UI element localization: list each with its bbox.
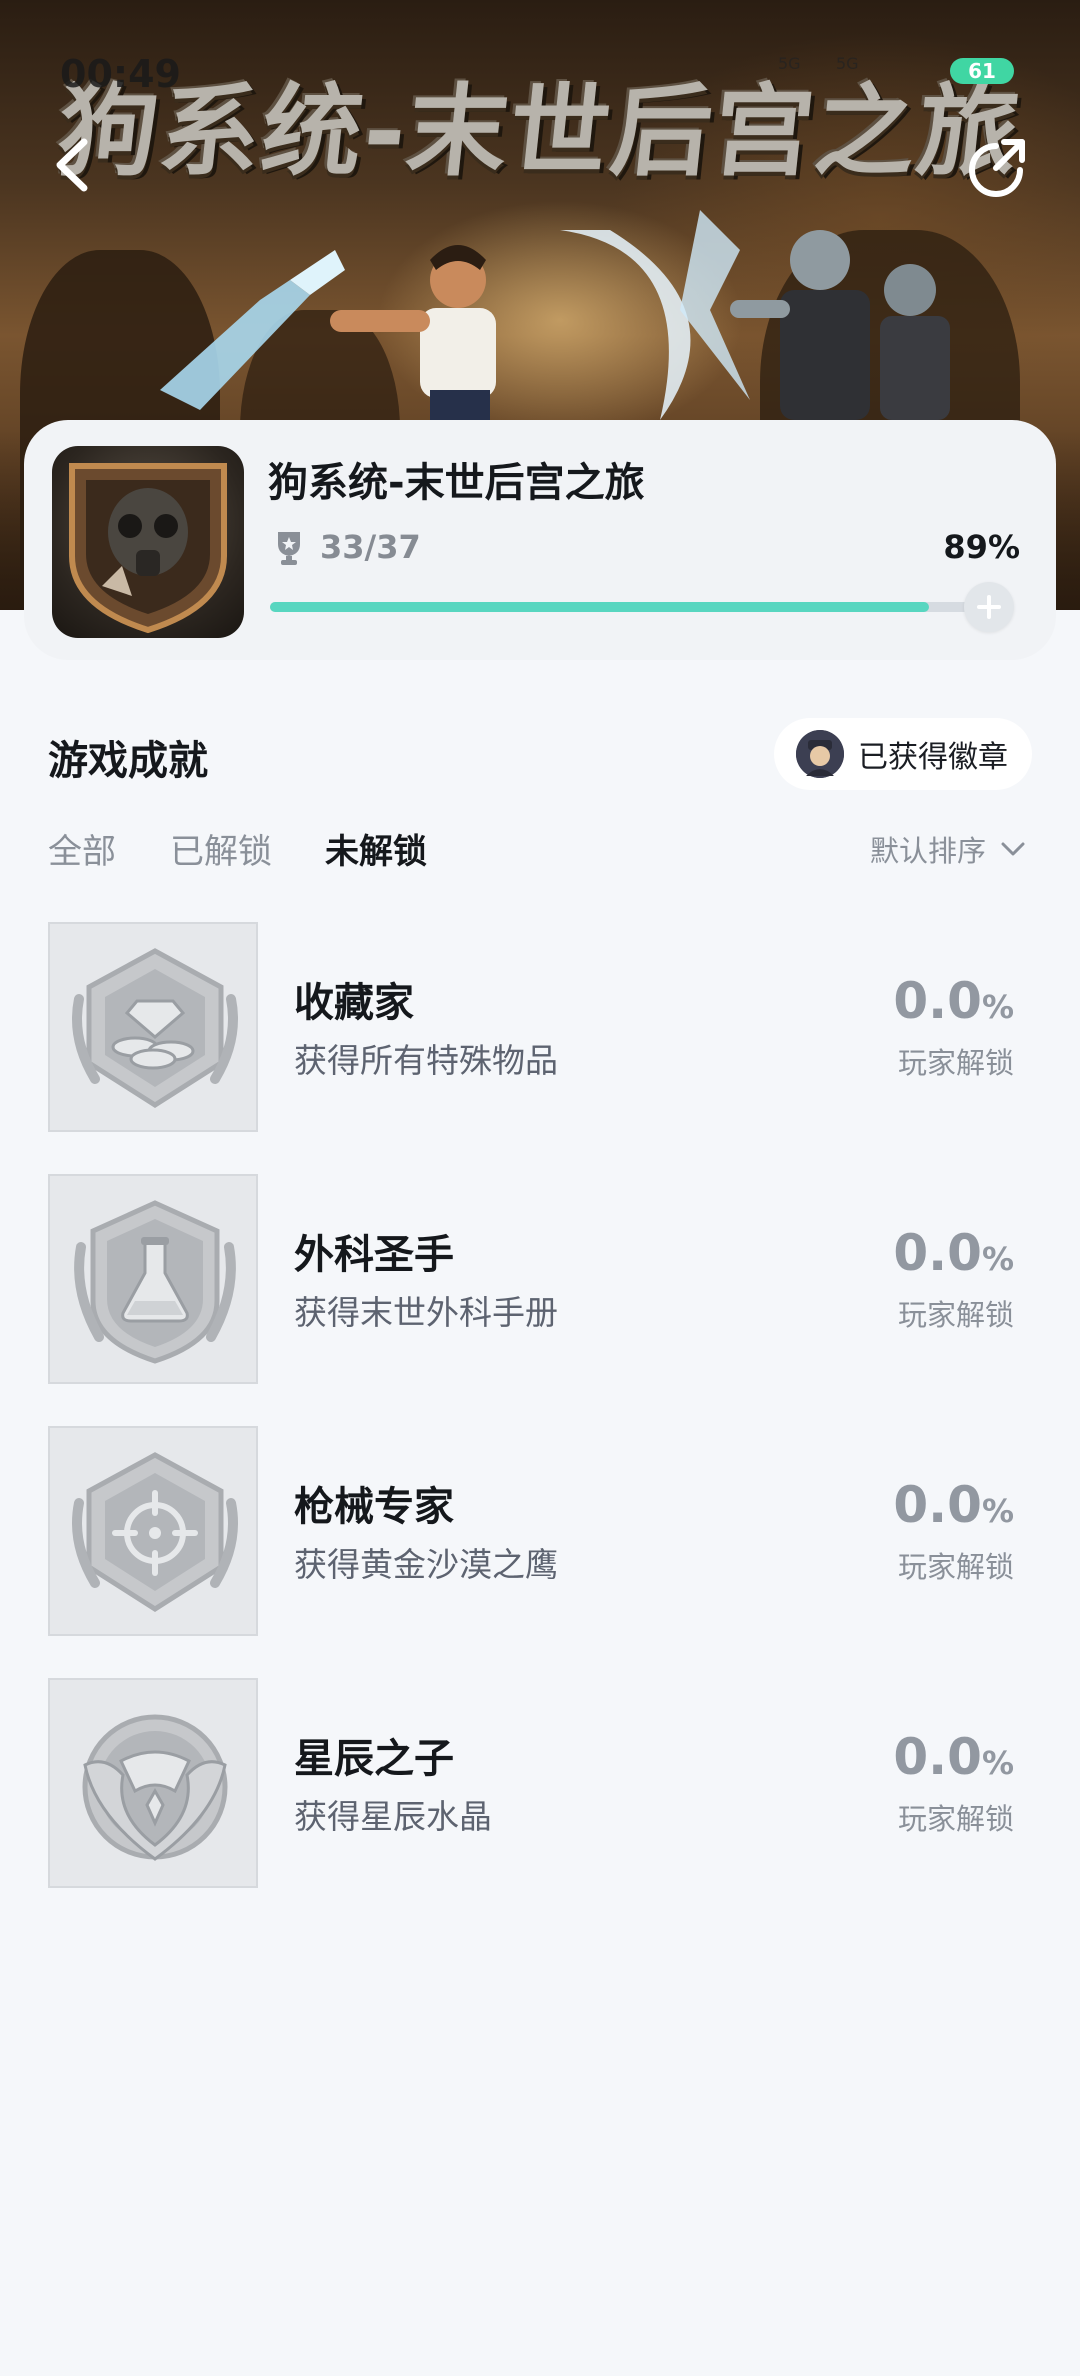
achievement-name: 星辰之子 <box>294 1736 454 1782</box>
tab-locked[interactable]: 未解锁 <box>325 824 427 873</box>
share-button[interactable] <box>966 136 1030 200</box>
crosshair-icon <box>72 1452 238 1612</box>
sort-dropdown[interactable]: 默认排序 <box>870 828 1026 870</box>
badge-avatar <box>796 730 844 778</box>
achievement-description: 获得所有特殊物品 <box>294 1041 558 1080</box>
achievement-item[interactable]: 星辰之子 获得星辰水晶 0.0% 玩家解锁 <box>48 1678 1032 1888</box>
unlock-rate-label: 玩家解锁 <box>897 1298 1014 1332</box>
sort-label: 默认排序 <box>870 834 987 868</box>
unlock-rate-label: 玩家解锁 <box>897 1802 1014 1836</box>
unlock-rate-label: 玩家解锁 <box>897 1046 1014 1080</box>
game-icon[interactable] <box>52 446 244 638</box>
achievement-item[interactable]: 收藏家 获得所有特殊物品 0.0% 玩家解锁 <box>48 922 1032 1132</box>
achievement-badge <box>48 922 258 1132</box>
unlock-rate-unit: % <box>981 1492 1014 1530</box>
achievement-name: 外科圣手 <box>294 1232 454 1278</box>
status-time: 00:49 <box>60 52 181 96</box>
achievement-item[interactable]: 枪械专家 获得黄金沙漠之鹰 0.0% 玩家解锁 <box>48 1426 1032 1636</box>
trophy-icon <box>278 532 300 565</box>
earned-badges-label: 已获得徽章 <box>858 740 1008 775</box>
unlock-rate-unit: % <box>981 1240 1014 1278</box>
achievement-progress-count: 33/37 <box>320 528 421 566</box>
gasmask-shield-icon <box>69 463 227 634</box>
achievement-badge <box>48 1174 258 1384</box>
achievement-badge <box>48 1678 258 1888</box>
achievement-description: 获得末世外科手册 <box>294 1293 558 1332</box>
status-network-label: 5G <box>836 54 859 73</box>
earned-badges-button[interactable]: 已获得徽章 <box>774 718 1032 790</box>
unlock-rate-label: 玩家解锁 <box>897 1550 1014 1584</box>
chevron-down-icon <box>1001 842 1025 856</box>
achievement-description: 获得星辰水晶 <box>294 1797 492 1836</box>
achievement-name: 枪械专家 <box>294 1484 454 1530</box>
tab-unlocked[interactable]: 已解锁 <box>170 824 272 873</box>
banner-illustration <box>160 210 950 420</box>
section-title: 游戏成就 <box>48 738 208 784</box>
unlock-rate-value: 0.0 <box>893 972 982 1030</box>
back-button[interactable] <box>44 130 104 200</box>
share-icon <box>969 139 1025 197</box>
chevron-left-icon <box>56 138 88 192</box>
achievement-unlock-rate: 0.0% <box>893 1224 1014 1282</box>
unlock-rate-value: 0.0 <box>893 1476 982 1534</box>
achievement-item[interactable]: 外科圣手 获得末世外科手册 0.0% 玩家解锁 <box>48 1174 1032 1384</box>
tab-all[interactable]: 全部 <box>48 824 116 873</box>
progress-bar <box>270 602 1010 612</box>
achievement-description: 获得黄金沙漠之鹰 <box>294 1545 558 1584</box>
unlock-rate-unit: % <box>981 988 1014 1026</box>
achievement-unlock-rate: 0.0% <box>893 1728 1014 1786</box>
achievement-name: 收藏家 <box>294 980 414 1026</box>
game-info-card: 狗系统-末世后宫之旅 33/37 89% <box>24 420 1056 660</box>
achievement-progress-percent: 89% <box>943 528 1020 566</box>
achievement-badge <box>48 1426 258 1636</box>
badge-avatar-icon <box>796 730 844 778</box>
unlock-rate-value: 0.0 <box>893 1224 982 1282</box>
owl-icon <box>82 1714 228 1861</box>
gems-coins-icon <box>72 948 238 1108</box>
progress-end-marker <box>964 582 1014 632</box>
plus-icon <box>977 595 1001 619</box>
status-network-label: 5G <box>778 54 801 73</box>
unlock-rate-unit: % <box>981 1744 1014 1782</box>
game-title: 狗系统-末世后宫之旅 <box>268 460 645 506</box>
achievement-unlock-rate: 0.0% <box>893 1476 1014 1534</box>
progress-bar-fill <box>270 602 929 612</box>
flask-icon <box>74 1200 236 1364</box>
achievement-unlock-rate: 0.0% <box>893 972 1014 1030</box>
battery-indicator: 61 <box>950 58 1014 84</box>
unlock-rate-value: 0.0 <box>893 1728 982 1786</box>
